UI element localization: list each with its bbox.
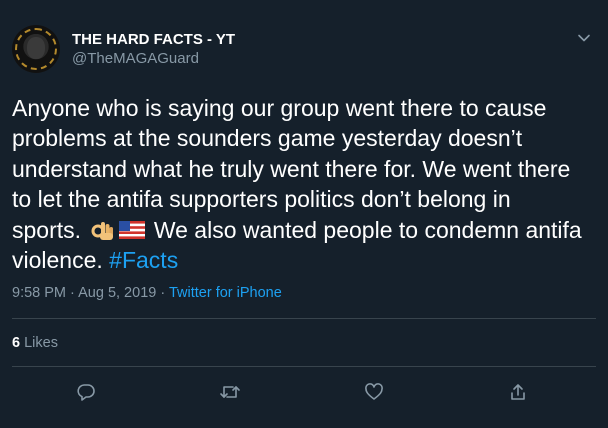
- tweet-text: Anyone who is saying our group went ther…: [12, 93, 598, 275]
- likes-label: Likes: [24, 335, 58, 351]
- retweet-icon[interactable]: [218, 380, 242, 404]
- reply-icon[interactable]: [74, 380, 98, 404]
- tweet-card: THE HARD FACTS - YT @TheMAGAGuard Anyone…: [0, 0, 608, 428]
- tweet-meta: 9:58 PM · Aug 5, 2019 · Twitter for iPho…: [12, 285, 282, 301]
- divider: [12, 366, 596, 367]
- chevron-down-icon[interactable]: [572, 26, 596, 50]
- meta-separator: ·: [160, 285, 166, 301]
- tweet-time[interactable]: 9:58 PM: [12, 285, 66, 301]
- display-name[interactable]: THE HARD FACTS - YT: [72, 31, 235, 48]
- avatar[interactable]: [12, 25, 60, 73]
- tweet-date[interactable]: Aug 5, 2019: [78, 285, 156, 301]
- divider: [12, 318, 596, 319]
- tweet-source-link[interactable]: Twitter for iPhone: [169, 285, 282, 301]
- like-icon[interactable]: [362, 380, 386, 404]
- likes-count: 6: [12, 335, 21, 351]
- ok-hand-emoji: [89, 218, 115, 240]
- us-flag-emoji: [119, 218, 146, 240]
- meta-separator: ·: [70, 285, 75, 301]
- share-icon[interactable]: [506, 380, 530, 404]
- hashtag-link[interactable]: #Facts: [109, 247, 178, 273]
- likes-stat[interactable]: 6 Likes: [12, 335, 58, 351]
- tweet-line: violence.: [12, 247, 103, 274]
- user-handle[interactable]: @TheMAGAGuard: [72, 50, 199, 67]
- avatar-face: [27, 37, 45, 59]
- tweet-line: problems at the sounders game yesterday …: [12, 125, 523, 152]
- tweet-line: to let the antifa supporters politics do…: [12, 186, 511, 213]
- tweet-line: Anyone who is saying our group went ther…: [12, 95, 547, 121]
- tweet-line: understand what he truly went there for.…: [12, 155, 571, 182]
- tweet-line: We also wanted people to condemn antifa: [153, 216, 582, 243]
- tweet-line: sports.: [12, 216, 82, 243]
